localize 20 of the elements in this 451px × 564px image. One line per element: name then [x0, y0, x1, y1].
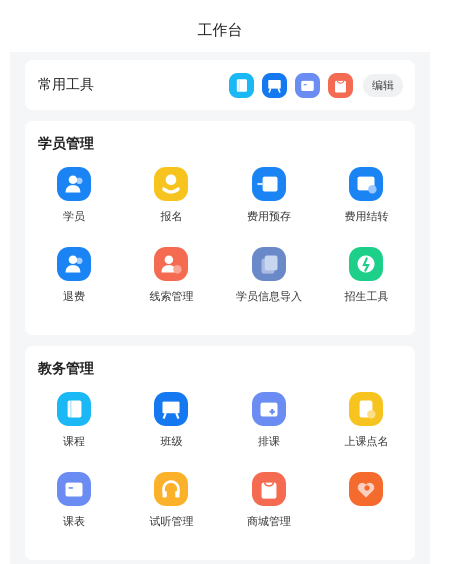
tool-label[interactable]: 试听管理 [149, 514, 194, 529]
tool-label[interactable]: 招生工具 [344, 289, 388, 304]
tool-label[interactable]: 费用预存 [246, 209, 291, 224]
card-title: 常用工具 [38, 76, 95, 94]
tool-label[interactable]: 商城管理 [246, 514, 291, 529]
screen-title: 工作台 [198, 20, 242, 40]
tool-label[interactable]: 学员信息导入 [236, 289, 302, 304]
tool-label[interactable]: 课表 [62, 514, 85, 529]
tool-label[interactable]: 费用结转 [344, 209, 388, 224]
tool-label[interactable]: 学员 [62, 209, 85, 224]
tool-label[interactable]: 排课 [258, 434, 280, 449]
tool-label[interactable]: 退费 [62, 289, 85, 304]
tool-label[interactable]: 线索管理 [149, 289, 194, 304]
section-title: 教务管理 [36, 360, 95, 378]
tool-label[interactable]: 班级 [160, 434, 182, 449]
tool-label[interactable]: 报名 [160, 209, 182, 224]
edit-button[interactable]: 编辑 [363, 74, 403, 96]
section-title: 学员管理 [37, 135, 95, 153]
tool-label[interactable]: 课程 [62, 434, 85, 449]
tool-label[interactable]: 上课点名 [344, 434, 388, 449]
